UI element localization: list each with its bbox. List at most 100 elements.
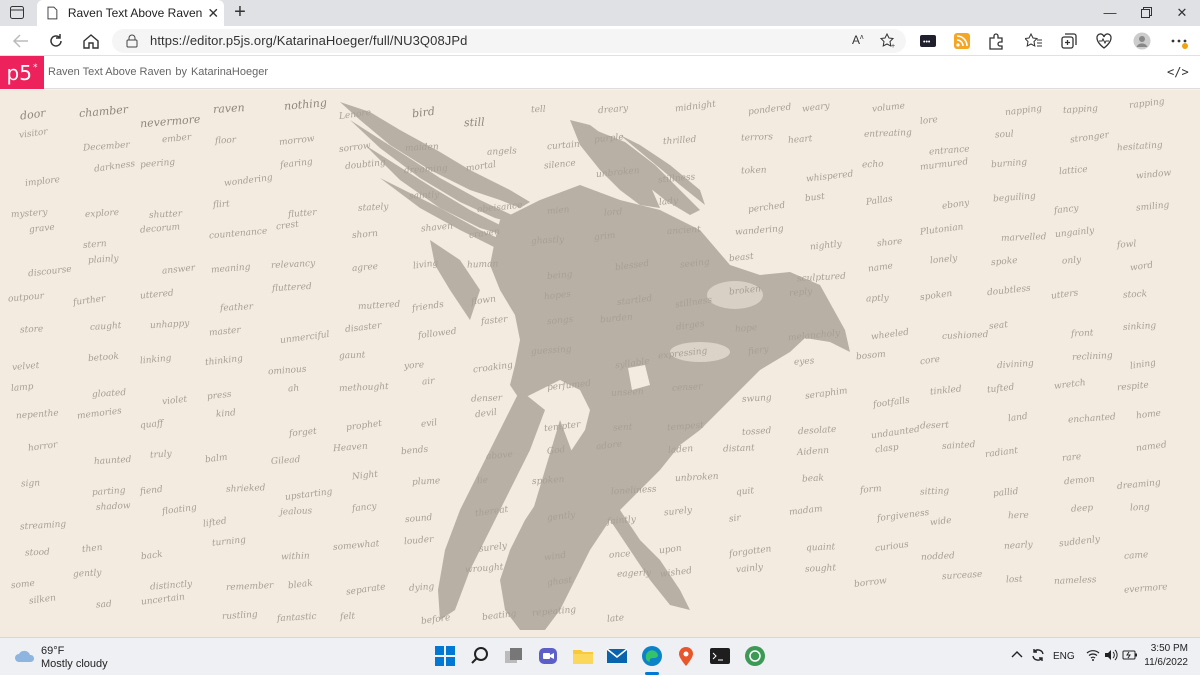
tab-close-icon[interactable]: ✕ <box>202 5 224 22</box>
poem-word: rustling <box>221 609 259 622</box>
mail-icon[interactable] <box>606 645 628 667</box>
poem-word: raven <box>212 101 246 116</box>
poem-word: kind <box>215 408 236 421</box>
tab-active[interactable]: Raven Text Above Raven ✕ <box>37 0 224 26</box>
p5-header: p5 * Raven Text Above Raven by KatarinaHoeg… <box>0 56 1200 89</box>
poem-word: flutter <box>287 207 317 221</box>
poem-word: gently <box>73 568 103 580</box>
extension-icon[interactable]: ••• <box>919 32 937 50</box>
rss-icon[interactable] <box>953 32 971 50</box>
collections-icon[interactable] <box>1060 32 1078 50</box>
by-label: by <box>175 66 187 78</box>
start-icon[interactable] <box>434 645 456 667</box>
poem-word: nearly <box>1003 539 1033 552</box>
poem-word: once <box>608 549 631 561</box>
poem-word: still <box>464 115 486 130</box>
refresh-icon[interactable] <box>45 31 67 51</box>
close-window-button[interactable]: ✕ <box>1168 3 1196 23</box>
extensions-puzzle-icon[interactable] <box>987 32 1005 50</box>
poem-word: token <box>741 164 768 177</box>
poem-word: lost <box>1005 574 1023 586</box>
poem-word: terrors <box>741 132 774 144</box>
poem-word: shore <box>876 236 903 249</box>
more-menu-icon[interactable] <box>1170 32 1188 50</box>
poem-word: above <box>485 449 513 462</box>
window-menu-icon[interactable] <box>10 6 24 19</box>
file-explorer-icon[interactable] <box>572 645 594 667</box>
cloud-icon <box>15 650 35 662</box>
back-icon[interactable] <box>10 31 32 51</box>
poem-word: eyes <box>793 356 815 369</box>
poem-word: lord <box>603 207 623 219</box>
browser-essentials-icon[interactable] <box>1095 32 1113 50</box>
poem-word: tossed <box>741 426 772 438</box>
poem-word: gaunt <box>338 349 366 362</box>
home-icon[interactable] <box>80 31 102 51</box>
maps-icon[interactable] <box>675 645 697 667</box>
url-text[interactable]: https://editor.p5js.org/KatarinaHoeger/f… <box>150 33 467 48</box>
poem-word: faintly <box>606 514 636 527</box>
view-code-icon[interactable]: </> <box>1167 65 1189 79</box>
volume-icon[interactable] <box>1104 649 1118 661</box>
chevron-up-icon[interactable] <box>1010 648 1024 662</box>
poem-word: sir <box>728 513 742 526</box>
poem-word: fowl <box>1116 239 1137 251</box>
weather-temp: 69°F <box>41 645 65 657</box>
lock-icon[interactable] <box>126 34 138 48</box>
poem-word: unbroken <box>675 471 720 485</box>
poem-word: reclining <box>1071 350 1113 363</box>
poem-word: stern <box>83 238 108 251</box>
p5-logo[interactable]: p5 * <box>0 56 44 89</box>
poem-word: saintly <box>408 190 440 202</box>
sketch-canvas[interactable]: door chamber nevermore raven nothing Lenore bi… <box>0 90 1200 637</box>
poem-word: demon <box>1063 474 1095 487</box>
poem-word: came <box>1123 550 1149 563</box>
svg-text:•••: ••• <box>923 39 931 46</box>
poem-word: quaint <box>806 542 836 554</box>
url-bar[interactable]: https://editor.p5js.org/KatarinaHoeger/f… <box>112 29 906 53</box>
poem-word: echo <box>861 159 884 171</box>
poem-word: remember <box>226 580 275 593</box>
wifi-icon[interactable] <box>1086 649 1100 661</box>
edge-icon[interactable] <box>641 645 663 667</box>
poem-word: ghastly <box>530 235 565 247</box>
favorite-add-icon[interactable]: + <box>880 33 896 49</box>
chat-icon[interactable] <box>537 645 559 667</box>
poem-word: marvelled <box>1000 232 1047 245</box>
new-tab-button[interactable]: + <box>230 2 250 22</box>
poem-word: unhappy <box>149 318 190 331</box>
restore-button[interactable] <box>1132 3 1160 23</box>
clock-time[interactable]: 3:50 PM <box>1146 643 1188 654</box>
poem-word: desert <box>920 420 950 432</box>
profile-avatar-icon[interactable] <box>1133 32 1151 50</box>
author-link[interactable]: KatarinaHoeger <box>191 66 268 78</box>
poem-word: yore <box>403 359 425 372</box>
language-indicator[interactable]: ENG <box>1053 651 1075 662</box>
poem-word: dreaming <box>403 163 448 176</box>
weather-widget[interactable]: 69°F Mostly cloudy <box>14 643 134 671</box>
poem-word: shutter <box>149 209 183 221</box>
app-icon[interactable] <box>744 645 766 667</box>
poem-word: angels <box>486 146 518 158</box>
task-view-icon[interactable] <box>503 645 525 667</box>
poem-word: shrieked <box>226 482 266 495</box>
poem-word: nodded <box>920 551 955 563</box>
search-icon[interactable] <box>469 645 491 667</box>
poem-word: some <box>11 578 36 591</box>
poem-word: laden <box>667 443 694 456</box>
poem-word: stately <box>357 202 389 214</box>
clock-date[interactable]: 11/6/2022 <box>1136 657 1188 668</box>
poem-word: sad <box>96 599 113 611</box>
sketch-name[interactable]: Raven Text Above Raven <box>48 66 171 78</box>
poem-word: denser <box>470 393 503 405</box>
poem-word: censer <box>671 382 703 394</box>
read-aloud-icon[interactable]: Aʌ <box>852 33 864 47</box>
poem-word: sainted <box>942 439 976 452</box>
poem-word: ancient <box>666 224 701 237</box>
minimize-button[interactable]: — <box>1096 3 1124 23</box>
poem-word: evil <box>420 418 438 430</box>
favorites-icon[interactable] <box>1025 32 1043 50</box>
poem-word: front <box>1070 328 1094 340</box>
terminal-icon[interactable] <box>709 645 731 667</box>
sync-icon[interactable] <box>1030 647 1046 663</box>
